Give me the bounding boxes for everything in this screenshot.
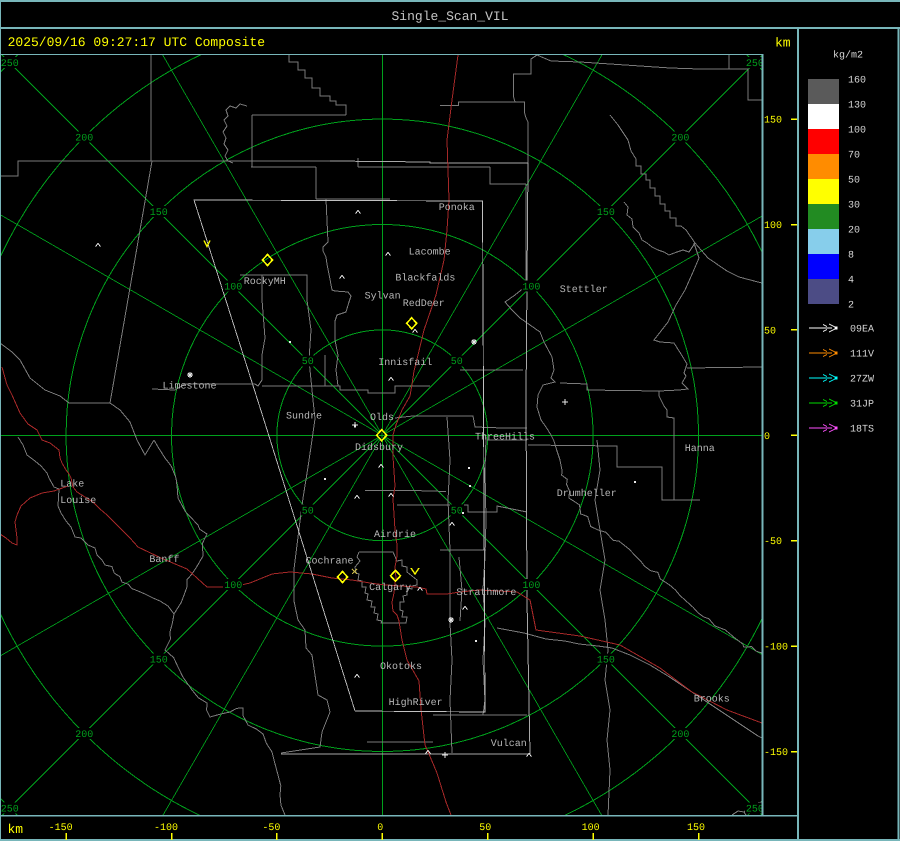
- svg-text:4: 4: [848, 275, 854, 286]
- svg-text:Drumheller: Drumheller: [557, 488, 617, 500]
- svg-text:Brooks: Brooks: [694, 694, 730, 706]
- svg-text:150: 150: [764, 116, 782, 127]
- svg-text:250: 250: [1, 59, 19, 70]
- svg-text:km: km: [8, 822, 24, 837]
- svg-text:Sundre: Sundre: [286, 410, 322, 422]
- svg-text:Single_Scan_VIL: Single_Scan_VIL: [391, 9, 508, 24]
- svg-text:160: 160: [848, 76, 866, 87]
- svg-text:31JP: 31JP: [850, 399, 874, 410]
- svg-text:100: 100: [848, 125, 866, 136]
- svg-text:150: 150: [150, 655, 168, 666]
- svg-text:200: 200: [671, 730, 689, 741]
- svg-text:-150: -150: [764, 748, 788, 759]
- svg-text:50: 50: [451, 506, 463, 517]
- svg-text:100: 100: [224, 283, 242, 294]
- svg-text:-50: -50: [262, 823, 280, 834]
- svg-text:Calgary: Calgary: [369, 582, 411, 594]
- svg-text:Innisfail: Innisfail: [378, 357, 432, 369]
- svg-text:100: 100: [522, 283, 540, 294]
- svg-text:Airdrie: Airdrie: [374, 529, 416, 541]
- svg-text:09EA: 09EA: [850, 324, 874, 335]
- svg-text:8: 8: [848, 250, 854, 261]
- svg-text:-100: -100: [154, 823, 178, 834]
- svg-text:Olds: Olds: [370, 412, 394, 424]
- svg-text:km: km: [775, 36, 791, 51]
- svg-text:200: 200: [75, 134, 93, 145]
- svg-text:0: 0: [764, 432, 770, 443]
- svg-text:30: 30: [848, 200, 860, 211]
- svg-text:ThreeHills: ThreeHills: [475, 431, 535, 443]
- svg-text:2: 2: [848, 300, 854, 311]
- svg-text:Louise: Louise: [60, 495, 96, 507]
- svg-text:Limestone: Limestone: [163, 380, 217, 392]
- svg-text:70: 70: [848, 150, 860, 161]
- svg-text:-150: -150: [49, 823, 73, 834]
- svg-text:HighRiver: HighRiver: [389, 697, 443, 709]
- svg-text:27ZW: 27ZW: [850, 374, 874, 385]
- svg-text:kg/m2: kg/m2: [833, 50, 863, 62]
- svg-text:Lacombe: Lacombe: [409, 247, 451, 259]
- svg-text:100: 100: [224, 581, 242, 592]
- svg-text:18TS: 18TS: [850, 424, 874, 435]
- svg-text:50: 50: [764, 326, 776, 337]
- svg-text:Stettler: Stettler: [560, 284, 608, 296]
- svg-text:50: 50: [302, 357, 314, 368]
- svg-text:50: 50: [848, 175, 860, 186]
- svg-text:150: 150: [150, 208, 168, 219]
- svg-text:111V: 111V: [850, 349, 874, 360]
- svg-text:150: 150: [687, 823, 705, 834]
- svg-text:Sylvan: Sylvan: [365, 291, 401, 303]
- svg-text:Vulcan: Vulcan: [491, 738, 527, 750]
- svg-text:Ponoka: Ponoka: [439, 202, 475, 214]
- svg-text:50: 50: [302, 506, 314, 517]
- svg-text:50: 50: [479, 823, 491, 834]
- svg-text:RedDeer: RedDeer: [403, 298, 445, 310]
- svg-text:RockyMH: RockyMH: [244, 276, 286, 288]
- svg-text:Cochrane: Cochrane: [306, 556, 354, 568]
- svg-text:200: 200: [671, 134, 689, 145]
- svg-text:250: 250: [746, 59, 764, 70]
- svg-text:Banff: Banff: [149, 554, 179, 566]
- svg-text:20: 20: [848, 225, 860, 236]
- svg-text:Strathmore: Strathmore: [456, 587, 516, 599]
- svg-text:Didsbury: Didsbury: [355, 442, 403, 454]
- svg-text:Blackfalds: Blackfalds: [395, 272, 455, 284]
- svg-text:250: 250: [746, 804, 764, 815]
- svg-text:100: 100: [582, 823, 600, 834]
- svg-text:0: 0: [377, 823, 383, 834]
- svg-text:-100: -100: [764, 643, 788, 654]
- svg-text:100: 100: [522, 581, 540, 592]
- svg-text:Lake: Lake: [60, 478, 84, 490]
- svg-text:-50: -50: [764, 537, 782, 548]
- svg-text:100: 100: [764, 221, 782, 232]
- svg-text:2025/09/16 09:27:17 UTC Compos: 2025/09/16 09:27:17 UTC Composite: [8, 35, 265, 50]
- svg-text:130: 130: [848, 101, 866, 112]
- svg-text:Okotoks: Okotoks: [380, 661, 422, 673]
- svg-text:200: 200: [75, 730, 93, 741]
- svg-text:50: 50: [451, 357, 463, 368]
- svg-text:250: 250: [1, 804, 19, 815]
- svg-text:150: 150: [597, 655, 615, 666]
- svg-text:Hanna: Hanna: [685, 444, 715, 455]
- svg-text:150: 150: [597, 208, 615, 219]
